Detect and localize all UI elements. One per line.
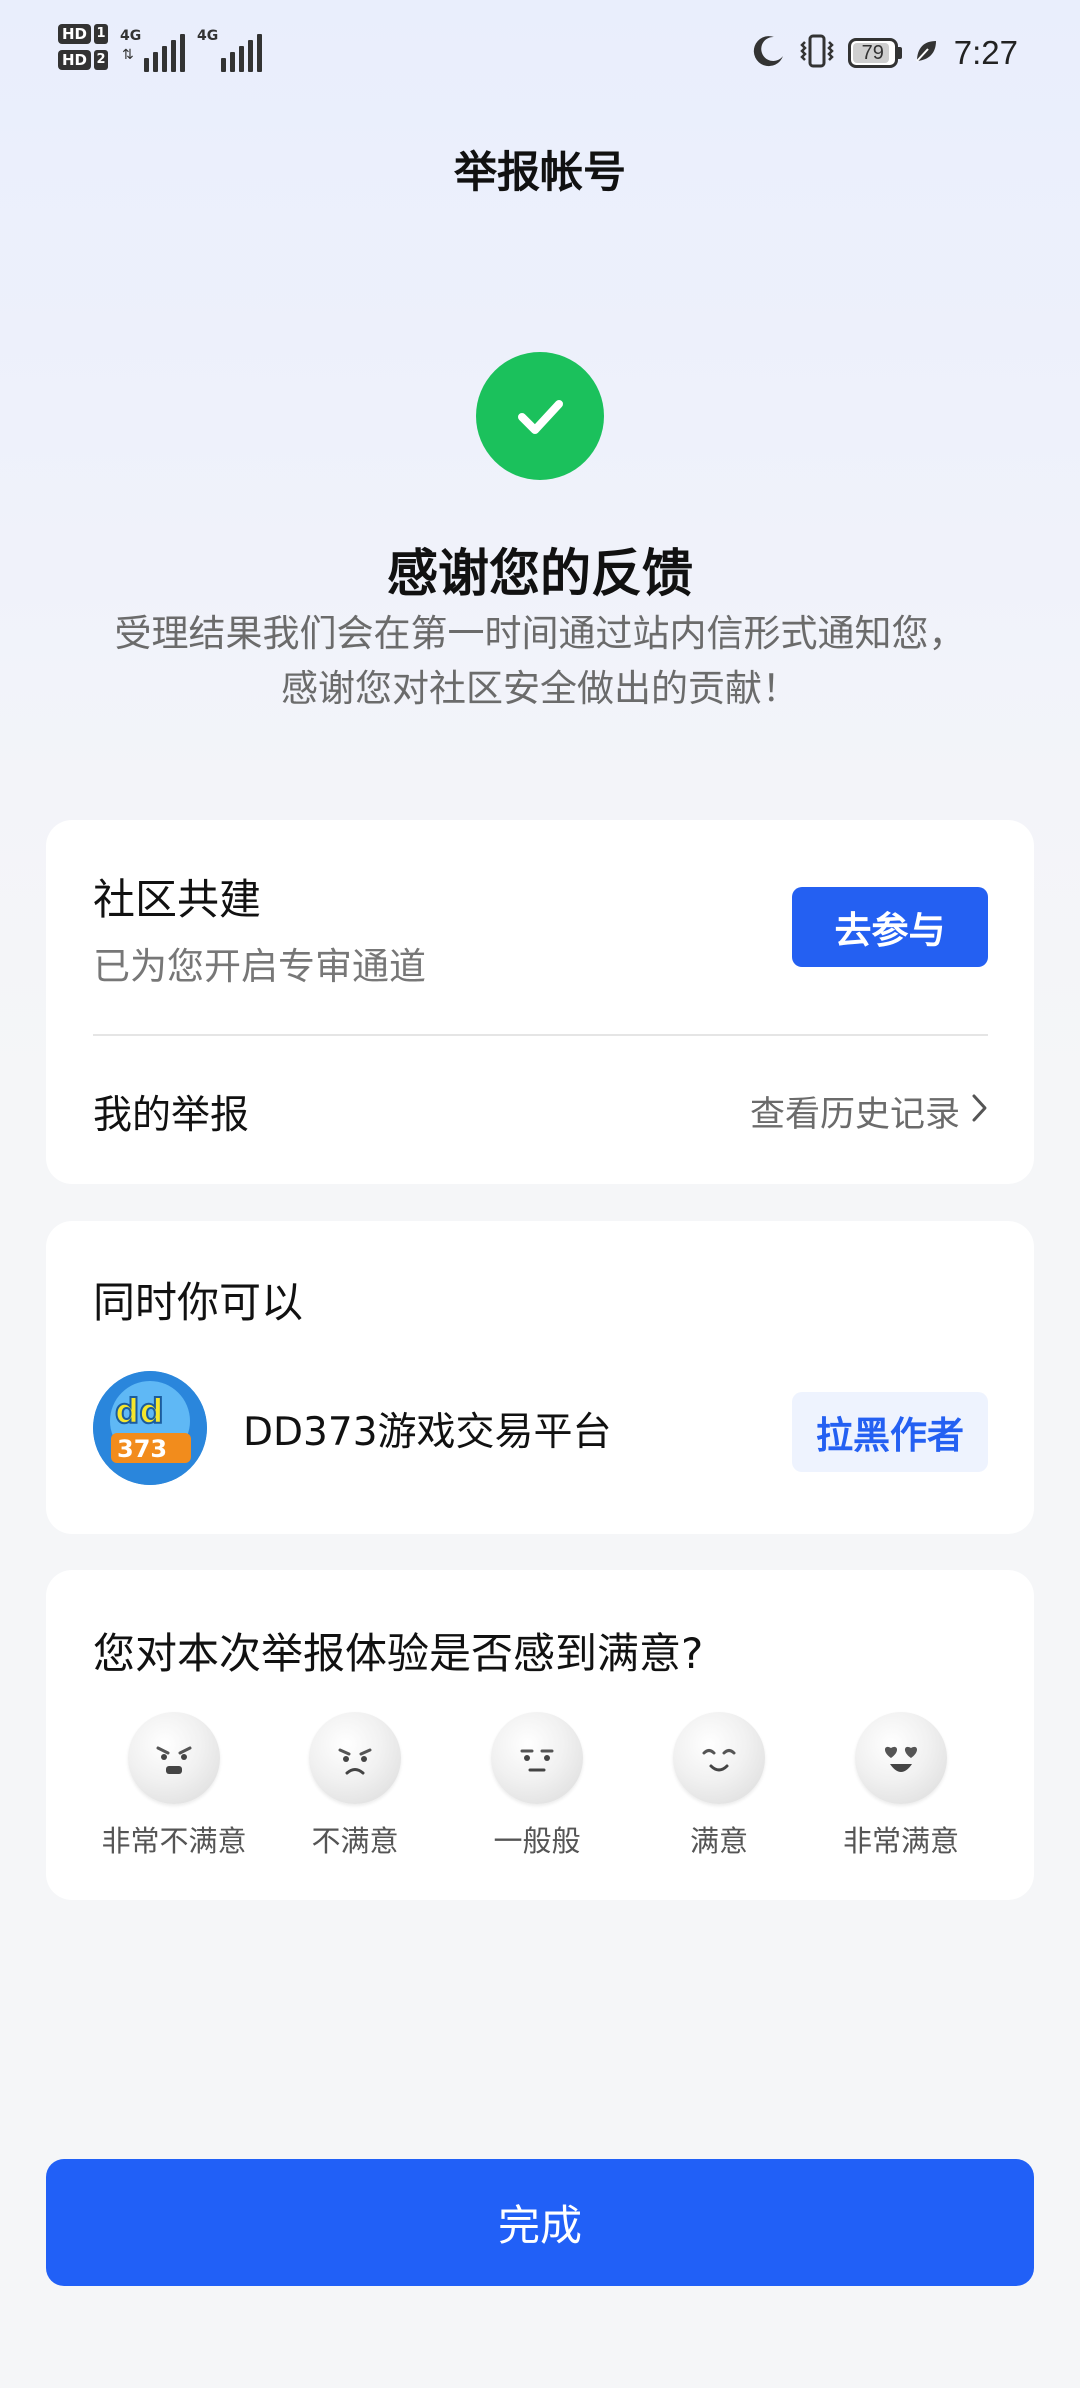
view-history-label: 查看历史记录 — [749, 1095, 960, 1135]
rating-label: 非常不满意 — [101, 1824, 247, 1858]
app-logo-icon: dd 373 — [93, 1371, 207, 1485]
rating-label: 满意 — [689, 1824, 748, 1858]
sim1-hd-label: HD — [58, 24, 92, 44]
app-row: dd 373 DD373游戏交易平台 拉黑作者 — [93, 1371, 988, 1485]
rating-satisfied[interactable]: 满意 — [634, 1712, 804, 1860]
rating-neutral[interactable]: 一般般 — [452, 1712, 622, 1860]
signal-bars-1 — [144, 26, 186, 72]
sim1-number: 1 — [94, 24, 109, 44]
battery-icon: 79 — [847, 38, 902, 68]
sim2-hd-badge: HD 2 — [58, 50, 109, 70]
clock: 7:27 — [953, 34, 1018, 71]
rating-label: 不满意 — [311, 1824, 399, 1858]
also-card: 同时你可以 dd 373 DD373游戏交易平台 拉黑作者 — [46, 1221, 1034, 1534]
data-arrows-icon: ⇅ — [122, 47, 134, 63]
very-unsatisfied-face-icon — [128, 1712, 220, 1804]
sim1-hd-badge: HD 1 — [58, 24, 109, 44]
network-type-label-2: 4G — [197, 28, 219, 44]
rating-unsatisfied[interactable]: 不满意 — [270, 1712, 440, 1860]
status-bar-left: HD 1 HD 2 4G ⇅ 4G — [58, 24, 263, 72]
rating-label: 非常满意 — [842, 1824, 959, 1858]
my-report-label: 我的举报 — [93, 1093, 250, 1138]
neutral-face-icon — [491, 1712, 583, 1804]
check-icon — [476, 352, 604, 480]
rating-options: 非常不满意 不满意 一般般 满意 非常满意 — [46, 1712, 1034, 1862]
satisfied-face-icon — [673, 1712, 765, 1804]
block-author-button[interactable]: 拉黑作者 — [792, 1392, 988, 1472]
app-name: DD373游戏交易平台 — [243, 1410, 612, 1455]
satisfaction-question: 您对本次举报体验是否感到满意? — [93, 1629, 704, 1678]
satisfaction-card: 您对本次举报体验是否感到满意? 非常不满意 不满意 一般般 满意 非常满意 — [46, 1570, 1034, 1900]
unsatisfied-face-icon — [309, 1712, 401, 1804]
community-subtitle: 已为您开启专审通道 — [93, 945, 426, 988]
page-title: 举报帐号 — [454, 148, 626, 198]
signal-bars-2 — [221, 26, 263, 72]
success-description-line1: 受理结果我们会在第一时间通过站内信形式通知您， — [114, 612, 966, 655]
signal-strength-icon-1: 4G ⇅ — [120, 24, 186, 72]
done-button[interactable]: 完成 — [46, 2159, 1034, 2286]
also-title: 同时你可以 — [93, 1278, 304, 1327]
community-card: 社区共建 已为您开启专审通道 去参与 我的举报 查看历史记录 — [46, 820, 1034, 1184]
sim-indicators: HD 1 HD 2 — [58, 24, 109, 70]
moon-icon — [752, 34, 786, 72]
sim2-number: 2 — [94, 50, 109, 70]
participate-button[interactable]: 去参与 — [792, 887, 988, 967]
sim2-hd-label: HD — [58, 50, 92, 70]
success-description-line2: 感谢您对社区安全做出的贡献！ — [281, 667, 799, 710]
very-satisfied-face-icon — [855, 1712, 947, 1804]
leaf-icon — [914, 38, 938, 68]
network-type-label-1: 4G — [120, 28, 142, 44]
success-description: 受理结果我们会在第一时间通过站内信形式通知您， 感谢您对社区安全做出的贡献！ — [0, 606, 1080, 716]
rating-very-satisfied[interactable]: 非常满意 — [816, 1712, 986, 1860]
status-bar: HD 1 HD 2 4G ⇅ 4G 79 7:27 — [0, 0, 1080, 110]
view-history-link[interactable]: 查看历史记录 — [750, 1086, 988, 1137]
rating-label: 一般般 — [493, 1824, 581, 1858]
chevron-right-icon — [970, 1092, 988, 1132]
community-title: 社区共建 — [93, 875, 262, 924]
rating-very-unsatisfied[interactable]: 非常不满意 — [89, 1712, 259, 1860]
vibrate-icon — [798, 34, 836, 72]
signal-strength-icon-2: 4G — [197, 24, 263, 72]
battery-level: 79 — [861, 41, 884, 64]
svg-text:373: 373 — [117, 1435, 167, 1463]
svg-text:dd: dd — [115, 1392, 164, 1432]
status-bar-right: 79 7:27 — [752, 30, 1018, 76]
success-title: 感谢您的反馈 — [386, 545, 693, 604]
divider — [93, 1034, 988, 1036]
